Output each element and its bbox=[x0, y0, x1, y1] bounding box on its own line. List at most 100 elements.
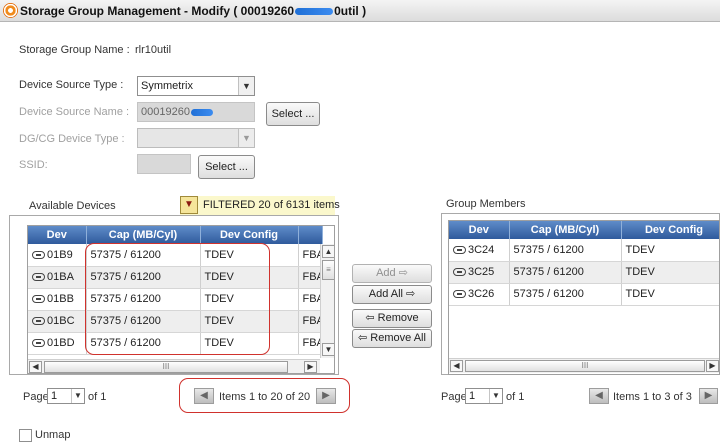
window-titlebar: Storage Group Management - Modify ( 0001… bbox=[0, 0, 720, 22]
source-type-value: Symmetrix bbox=[141, 80, 193, 92]
scroll-thumb[interactable]: III bbox=[465, 360, 705, 372]
sg-name-label: Storage Group Name : bbox=[19, 44, 130, 56]
device-icon bbox=[32, 250, 45, 259]
page-of-label: of 1 bbox=[506, 391, 525, 403]
extra-cell[interactable]: FBA bbox=[298, 244, 323, 267]
device-icon bbox=[453, 290, 466, 299]
group-members-title: Group Members bbox=[446, 198, 526, 210]
table-header: Dev Cap (MB/Cyl) Dev Config bbox=[449, 221, 719, 239]
filter-text: FILTERED 20 of 6131 items bbox=[203, 199, 340, 211]
device-icon bbox=[453, 268, 466, 277]
scroll-right-icon[interactable]: ▶ bbox=[304, 361, 317, 373]
source-name-field: 00019260 bbox=[137, 102, 255, 122]
unmap-checkbox[interactable] bbox=[19, 429, 32, 442]
page-of-label: of 1 bbox=[88, 391, 107, 403]
prev-page-icon[interactable]: ◀ bbox=[194, 388, 214, 404]
source-select-button[interactable]: Select ... bbox=[266, 102, 320, 126]
scroll-thumb[interactable]: III bbox=[44, 361, 288, 373]
cap-cell[interactable]: 57375 / 61200 bbox=[509, 283, 622, 306]
table-header: Dev Cap (MB/Cyl) Dev Config bbox=[28, 226, 323, 244]
filter-icon[interactable]: ▼ bbox=[180, 196, 198, 214]
extra-cell[interactable]: FBA bbox=[298, 288, 323, 311]
items-text: Items 1 to 3 of 3 bbox=[613, 391, 692, 403]
cap-cell[interactable]: 57375 / 61200 bbox=[509, 239, 622, 262]
page-select[interactable]: 1 ▼ bbox=[465, 388, 503, 404]
col-dev[interactable]: Dev bbox=[28, 226, 87, 244]
ssid-field bbox=[137, 154, 191, 174]
dev-cell[interactable]: 3C26 bbox=[449, 283, 510, 306]
redacted-mark bbox=[295, 8, 334, 16]
next-page-icon[interactable]: ▶ bbox=[699, 388, 718, 404]
window-title: Storage Group Management - Modify ( 0001… bbox=[20, 4, 367, 18]
source-type-select[interactable]: Symmetrix ▼ bbox=[137, 76, 255, 96]
device-icon bbox=[32, 273, 45, 282]
filter-indicator[interactable]: ▼ FILTERED 20 of 6131 items bbox=[180, 196, 340, 215]
col-config[interactable]: Dev Config bbox=[621, 221, 719, 239]
chevron-down-icon[interactable]: ▼ bbox=[489, 389, 502, 403]
config-cell[interactable]: TDEV bbox=[621, 239, 719, 262]
app-logo-icon bbox=[3, 3, 18, 18]
chevron-down-icon[interactable]: ▼ bbox=[238, 77, 254, 95]
dev-cell[interactable]: 01BC bbox=[28, 310, 87, 333]
next-page-icon[interactable]: ▶ bbox=[316, 388, 336, 404]
dev-cell[interactable]: 3C24 bbox=[449, 239, 510, 262]
cap-cell[interactable]: 57375 / 61200 bbox=[509, 261, 622, 284]
extra-cell[interactable]: FBA bbox=[298, 310, 323, 333]
group-members-table: Dev Cap (MB/Cyl) Dev Config 3C24 57375 /… bbox=[449, 221, 719, 306]
config-cell[interactable]: TDEV bbox=[621, 283, 719, 306]
source-type-label: Device Source Type : bbox=[19, 79, 124, 91]
dev-cell[interactable]: 01BD bbox=[28, 332, 87, 355]
sg-name-value: rlr10util bbox=[135, 44, 172, 56]
extra-cell[interactable]: FBA bbox=[298, 266, 323, 289]
scroll-up-icon[interactable]: ▲ bbox=[322, 245, 334, 258]
table-row[interactable]: 3C24 57375 / 61200 TDEV bbox=[449, 239, 719, 262]
page-label: Page bbox=[441, 391, 467, 403]
horizontal-scrollbar[interactable]: ◀ III ▶ bbox=[449, 358, 719, 373]
source-name-value: 00019260 bbox=[141, 106, 214, 118]
redacted-mark bbox=[190, 108, 213, 116]
page-select[interactable]: 1 ▼ bbox=[47, 388, 85, 404]
page-label: Page bbox=[23, 391, 49, 403]
vertical-scrollbar[interactable]: ▲ ≡ ▼ bbox=[320, 244, 334, 358]
dgcg-label: DG/CG Device Type : bbox=[19, 133, 125, 145]
scroll-thumb[interactable]: ≡ bbox=[322, 260, 334, 280]
add-all-button[interactable]: Add All ⇨ bbox=[352, 285, 432, 304]
remove-button[interactable]: ⇦ Remove bbox=[352, 309, 432, 328]
dev-cell[interactable]: 01BB bbox=[28, 288, 87, 311]
dgcg-select: ▼ bbox=[137, 128, 255, 148]
device-icon bbox=[32, 295, 45, 304]
col-config[interactable]: Dev Config bbox=[200, 226, 299, 244]
source-name-label: Device Source Name : bbox=[19, 106, 130, 118]
chevron-down-icon[interactable]: ▼ bbox=[71, 389, 84, 403]
table-row[interactable]: 3C26 57375 / 61200 TDEV bbox=[449, 283, 719, 306]
scroll-right-icon[interactable]: ▶ bbox=[706, 360, 719, 372]
table-row[interactable]: 3C25 57375 / 61200 TDEV bbox=[449, 261, 719, 284]
col-cap[interactable]: Cap (MB/Cyl) bbox=[86, 226, 201, 244]
config-cell[interactable]: TDEV bbox=[621, 261, 719, 284]
scroll-left-icon[interactable]: ◀ bbox=[450, 360, 463, 372]
dev-cell[interactable]: 3C25 bbox=[449, 261, 510, 284]
remove-all-button[interactable]: ⇦ Remove All bbox=[352, 329, 432, 348]
unmap-label: Unmap bbox=[35, 429, 71, 441]
scroll-down-icon[interactable]: ▼ bbox=[322, 343, 334, 356]
ssid-select-button[interactable]: Select ... bbox=[198, 155, 255, 179]
scroll-left-icon[interactable]: ◀ bbox=[29, 361, 42, 373]
page-value: 1 bbox=[469, 390, 476, 402]
group-members-grid: Dev Cap (MB/Cyl) Dev Config 3C24 57375 /… bbox=[448, 220, 720, 375]
dev-cell[interactable]: 01BA bbox=[28, 266, 87, 289]
ssid-label: SSID: bbox=[19, 159, 48, 171]
col-cap[interactable]: Cap (MB/Cyl) bbox=[509, 221, 622, 239]
prev-page-icon[interactable]: ◀ bbox=[589, 388, 609, 404]
highlight-annotation bbox=[85, 243, 270, 355]
extra-cell[interactable]: FBA bbox=[298, 332, 323, 355]
horizontal-scrollbar[interactable]: ◀ III ▶ bbox=[28, 359, 320, 373]
items-text: Items 1 to 20 of 20 bbox=[219, 391, 311, 403]
col-dev[interactable]: Dev bbox=[449, 221, 510, 239]
page-value: 1 bbox=[51, 390, 58, 402]
device-icon bbox=[32, 317, 45, 326]
col-extra[interactable] bbox=[298, 226, 323, 244]
device-icon bbox=[32, 339, 45, 348]
add-button[interactable]: Add ⇨ bbox=[352, 264, 432, 283]
dev-cell[interactable]: 01B9 bbox=[28, 244, 87, 267]
chevron-down-icon: ▼ bbox=[238, 129, 254, 147]
